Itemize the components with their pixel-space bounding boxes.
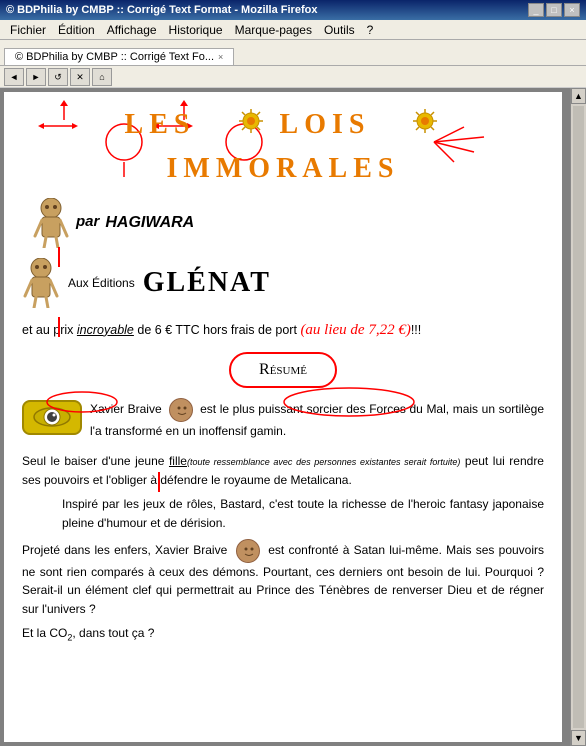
para5-text: Et la CO2, dans tout ça ?	[22, 624, 544, 645]
character-icon-2	[22, 258, 60, 308]
tab-bar: © BDPhilia by CMBP :: Corrigé Text Fo...…	[0, 40, 586, 66]
character-icon-1	[32, 198, 70, 248]
back-button[interactable]: ◄	[4, 68, 24, 86]
eye-svg	[32, 406, 72, 428]
scroll-up-button[interactable]: ▲	[571, 88, 586, 104]
tab-close-button[interactable]: ×	[218, 52, 223, 62]
scrollbar-vertical: ▲ ▼	[570, 88, 586, 746]
menu-marque-pages[interactable]: Marque-pages	[229, 21, 318, 39]
menu-help[interactable]: ?	[361, 21, 380, 39]
window-title: © BDPhilia by CMBP :: Corrigé Text Forma…	[6, 4, 317, 16]
author-name: HAGIWARA	[105, 211, 194, 235]
publisher-name: GLÉNAT	[143, 262, 271, 304]
title-les: L	[125, 109, 150, 140]
eye-icon	[22, 400, 82, 435]
author-prefix: par	[76, 211, 99, 234]
price-old: (au lieu de 7,22 €)	[300, 322, 410, 338]
price-text1: et au prix	[22, 323, 73, 337]
scroll-area: LES LOIS	[0, 88, 586, 746]
publisher-prefix: Aux Éditions	[68, 274, 135, 292]
tab-label: © BDPhilia by CMBP :: Corrigé Text Fo...	[15, 51, 214, 63]
face-icon-1	[169, 398, 193, 422]
resume-section: Résumé	[22, 352, 544, 388]
menu-affichage[interactable]: Affichage	[101, 21, 163, 39]
para4-text: Projeté dans les enfers, Xavier Braive e…	[22, 539, 544, 619]
para5-co: Et la CO	[22, 626, 67, 640]
para3-text: Inspiré par les jeux de rôles, Bastard, …	[62, 495, 544, 532]
para5-end: , dans tout ça ?	[72, 626, 154, 640]
menu-edition[interactable]: Édition	[52, 21, 101, 39]
para2-part1: Seul le baiser d'une jeune	[22, 454, 164, 468]
minimize-button[interactable]: _	[528, 3, 544, 17]
price-exclaim: !!!	[411, 323, 421, 337]
scroll-thumb[interactable]	[573, 106, 584, 728]
menu-outils[interactable]: Outils	[318, 21, 361, 39]
home-button[interactable]: ⌂	[92, 68, 112, 86]
sun-icon-1	[237, 107, 265, 135]
tab-main[interactable]: © BDPhilia by CMBP :: Corrigé Text Fo...…	[4, 48, 234, 65]
para1-section: Xavier Braive est le plus puissant sorci…	[22, 398, 544, 447]
para4-part1: Projeté dans les enfers, Xavier Braive	[22, 543, 227, 557]
menu-bar: Fichier Édition Affichage Historique Mar…	[0, 20, 586, 40]
close-button[interactable]: ×	[564, 3, 580, 17]
window-controls[interactable]: _ □ ×	[528, 3, 580, 17]
price-text2: de 6 € TTC hors frais de port	[137, 323, 297, 337]
face-icon-2	[236, 539, 260, 563]
window-title-bar: © BDPhilia by CMBP :: Corrigé Text Forma…	[0, 0, 586, 20]
maximize-button[interactable]: □	[546, 3, 562, 17]
scroll-down-button[interactable]: ▼	[571, 730, 586, 746]
para2-text: Seul le baiser d'une jeune fille(toute r…	[22, 452, 544, 489]
stop-button[interactable]: ✕	[70, 68, 90, 86]
price-line: et au prix incroyable de 6 € TTC hors fr…	[22, 318, 544, 342]
resume-box: Résumé	[229, 352, 337, 388]
price-word: incroyable	[77, 323, 134, 337]
page-content: LES LOIS	[4, 92, 562, 742]
para1-part1: Xavier Braive	[90, 402, 162, 416]
menu-fichier[interactable]: Fichier	[4, 21, 52, 39]
para1-text: Xavier Braive est le plus puissant sorci…	[90, 398, 544, 441]
para2-fille: fille	[169, 454, 187, 468]
forward-button[interactable]: ►	[26, 68, 46, 86]
author-line: par HAGIWARA	[32, 198, 544, 248]
book-title: LES LOIS	[22, 104, 544, 190]
sun-icon-2	[411, 107, 439, 135]
reload-button[interactable]: ↺	[48, 68, 68, 86]
menu-historique[interactable]: Historique	[163, 21, 229, 39]
toolbar: ◄ ► ↺ ✕ ⌂	[0, 66, 586, 88]
publisher-line: Aux Éditions GLÉNAT	[22, 258, 544, 308]
para2-annotation: (toute ressemblance avec des personnes e…	[187, 457, 460, 467]
